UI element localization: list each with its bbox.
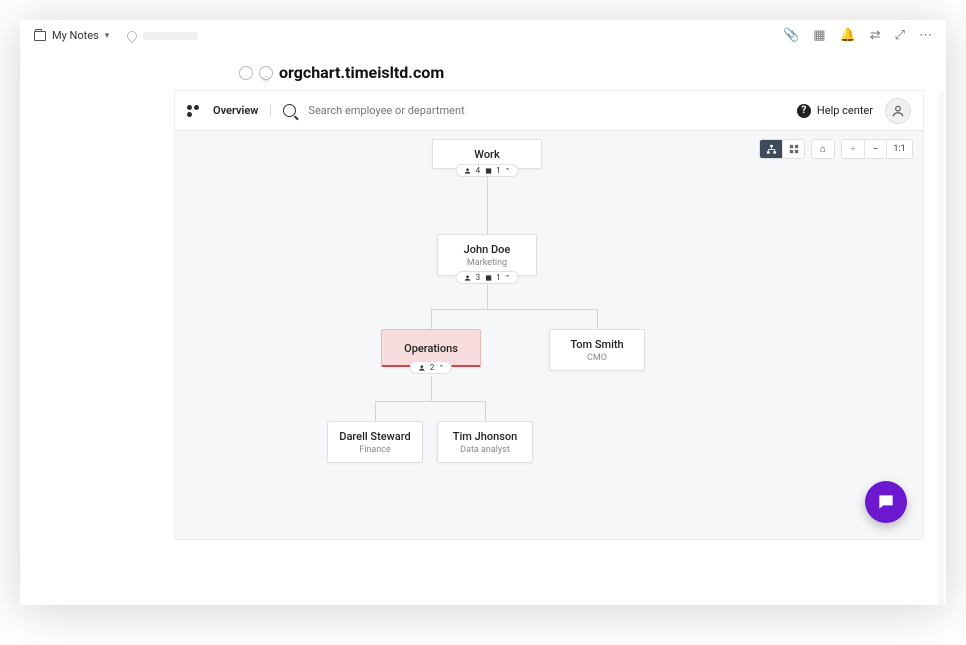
connector: [431, 376, 432, 402]
grid-icon[interactable]: ▦: [813, 28, 825, 43]
node-tim-jhonson[interactable]: Tim Jhonson Data analyst: [437, 421, 533, 463]
overview-tab[interactable]: Overview: [213, 104, 271, 117]
page-title: orgchart.timeisltd.com: [279, 63, 444, 82]
folder-icon: [34, 31, 46, 41]
connector: [597, 309, 598, 329]
connector: [375, 401, 485, 402]
node-john-doe[interactable]: John Doe Marketing 3 1 ⌃: [437, 234, 537, 276]
chevron-up-icon: ⌃: [438, 364, 444, 372]
node-name: Tim Jhonson: [438, 430, 532, 443]
status-circle-icon: [239, 66, 253, 80]
scrollbar[interactable]: [938, 92, 944, 605]
chevron-up-icon: ⌃: [505, 167, 511, 175]
node-darell-steward[interactable]: Darell Steward Finance: [327, 421, 423, 463]
more-icon[interactable]: ⋯: [919, 28, 932, 43]
node-badge[interactable]: 4 1 ⌃: [456, 164, 519, 177]
share-icon[interactable]: ⇄: [870, 28, 881, 43]
search-icon[interactable]: [283, 104, 296, 117]
profile-button[interactable]: [885, 98, 911, 124]
help-icon: ?: [797, 104, 811, 118]
node-badge[interactable]: 3 1 ⌃: [456, 271, 519, 284]
node-subtitle: Data analyst: [438, 445, 532, 455]
node-subtitle: Marketing: [438, 258, 536, 268]
app-toolbar: Overview ? Help center: [175, 91, 923, 131]
tag-icon: [125, 28, 139, 42]
notes-folder-label[interactable]: My Notes: [52, 29, 99, 42]
expand-icon[interactable]: ⤢: [895, 28, 905, 43]
connector: [431, 309, 432, 329]
org-chart-canvas[interactable]: Work 4 1 ⌃ John Doe Marketing 3: [175, 131, 923, 540]
connector: [487, 173, 488, 235]
node-work[interactable]: Work 4 1 ⌃: [432, 139, 542, 169]
chevron-up-icon: ⌃: [505, 274, 511, 282]
search-input[interactable]: [308, 104, 508, 117]
node-name: Darell Steward: [328, 430, 422, 443]
bell-icon[interactable]: 🔔: [840, 28, 856, 43]
app-logo-icon[interactable]: [187, 105, 201, 117]
notes-bar: My Notes ▾ 📎 ▦ 🔔 ⇄ ⤢ ⋯: [20, 20, 946, 51]
node-name: Operations: [382, 342, 480, 355]
node-tom-smith[interactable]: Tom Smith CMO: [549, 329, 645, 371]
node-badge[interactable]: 2 ⌃: [410, 361, 452, 374]
node-subtitle: Finance: [328, 445, 422, 455]
node-subtitle: CMO: [550, 353, 644, 363]
connector: [485, 401, 486, 421]
help-label: Help center: [817, 104, 873, 117]
chevron-down-icon[interactable]: ▾: [105, 31, 110, 41]
connector: [375, 401, 376, 421]
face-circle-icon: [259, 66, 273, 80]
connector: [431, 309, 598, 310]
node-name: Work: [433, 148, 541, 161]
chat-fab[interactable]: [865, 481, 907, 523]
tag-placeholder: [143, 32, 198, 40]
node-name: John Doe: [438, 243, 536, 256]
orgchart-app: Overview ? Help center: [174, 90, 924, 540]
attachment-icon[interactable]: 📎: [783, 28, 799, 43]
node-operations[interactable]: Operations 2 ⌃: [381, 329, 481, 367]
node-name: Tom Smith: [550, 338, 644, 351]
help-center-link[interactable]: ? Help center: [797, 104, 873, 118]
